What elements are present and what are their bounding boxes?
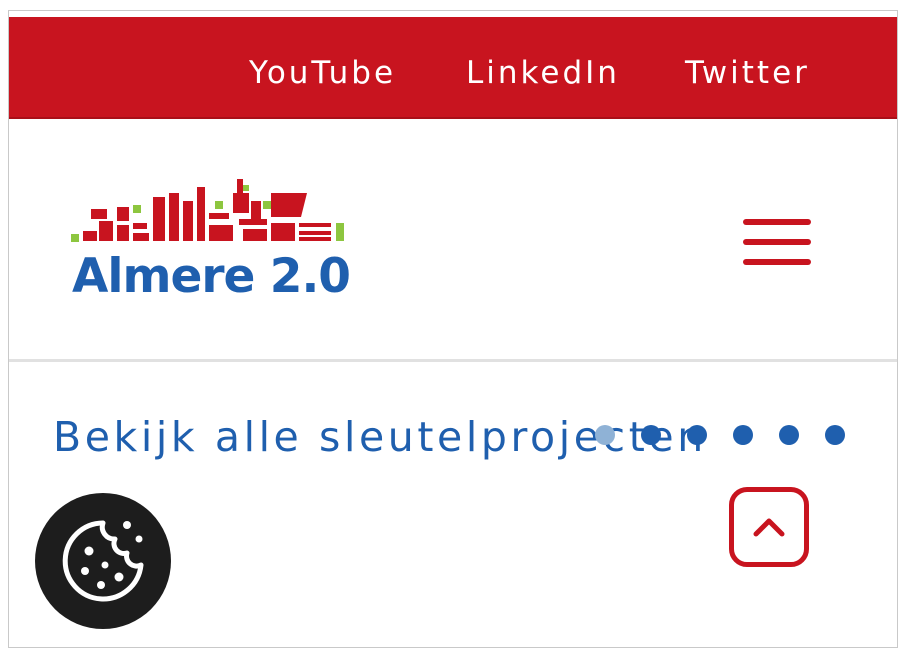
slider-dot-6[interactable] [825, 425, 845, 445]
slider-dot-3[interactable] [687, 425, 707, 445]
slider-dot-2[interactable] [641, 425, 661, 445]
cookie-icon [62, 520, 144, 602]
slider-dot-5[interactable] [779, 425, 799, 445]
hamburger-icon [743, 219, 811, 225]
skyline-logo-icon [71, 179, 344, 242]
top-social-bar: YouTube LinkedIn Twitter [9, 17, 897, 120]
logo-wordmark: Almere 2.0 [72, 249, 351, 304]
site-header: Almere 2.0 [9, 119, 897, 362]
almere-logo[interactable]: Almere 2.0 [71, 179, 361, 309]
slider-dot-4[interactable] [733, 425, 753, 445]
youtube-link[interactable]: YouTube [249, 55, 396, 91]
hamburger-menu-button[interactable] [743, 215, 813, 273]
linkedin-link[interactable]: LinkedIn [466, 55, 620, 91]
scroll-to-top-button[interactable] [729, 487, 809, 567]
slider-dots [595, 421, 845, 451]
slider-dot-1[interactable] [595, 425, 615, 445]
cookie-settings-button[interactable] [35, 493, 171, 629]
chevron-up-icon [753, 518, 785, 537]
twitter-link[interactable]: Twitter [685, 55, 810, 91]
browser-viewport: YouTube LinkedIn Twitter Almere 2.0 Beki… [8, 10, 898, 648]
main-content: Bekijk alle sleutelprojecten [9, 363, 897, 647]
